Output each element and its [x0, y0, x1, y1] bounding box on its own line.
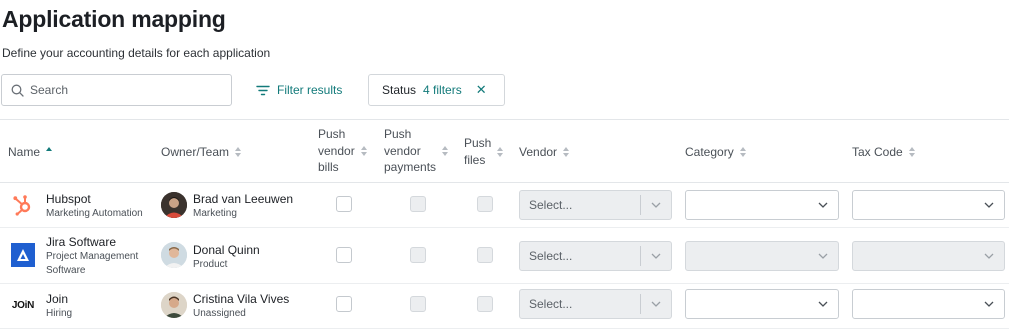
push-files-checkbox[interactable] [477, 296, 493, 312]
column-category-label: Category [685, 145, 734, 159]
push-vendor-bills-checkbox[interactable] [336, 247, 352, 263]
vendor-select-placeholder: Select... [529, 198, 573, 212]
filter-icon [256, 85, 270, 95]
chevron-down-icon [974, 301, 1004, 307]
avatar [161, 192, 187, 218]
app-name: Join [46, 292, 69, 306]
chevron-down-icon [974, 202, 1004, 208]
vendor-select[interactable]: Select... [519, 241, 672, 271]
owner-team: Marketing [193, 208, 237, 219]
column-owner-label: Owner/Team [161, 145, 230, 159]
sort-icon [563, 147, 570, 158]
column-push-payments[interactable]: Push vendor payments [384, 126, 449, 176]
vendor-select-placeholder: Select... [529, 249, 573, 263]
status-filter-count: 4 filters [423, 83, 462, 97]
column-category[interactable]: Category [685, 144, 746, 161]
app-name: Hubspot [46, 192, 91, 206]
app-category: Marketing Automation [46, 208, 143, 219]
join-logo-icon: JOiN [11, 299, 35, 311]
column-vendor-label: Vendor [519, 145, 558, 159]
chevron-down-icon [974, 253, 1004, 259]
avatar [161, 242, 187, 268]
push-vendor-bills-checkbox[interactable] [336, 296, 352, 312]
column-tax-code-label: Tax Code [852, 145, 903, 159]
sort-ascending-icon [46, 147, 53, 157]
column-push-files-label: Push files [464, 136, 492, 167]
chevron-down-icon [808, 253, 838, 259]
owner-name: Cristina Vila Vives [193, 292, 290, 306]
vendor-select[interactable]: Select... [519, 190, 672, 220]
owner-name: Donal Quinn [193, 243, 260, 257]
push-vendor-payments-checkbox[interactable] [410, 196, 426, 212]
search-icon [11, 84, 24, 97]
owner-team: Unassigned [193, 308, 246, 319]
hubspot-logo-icon [11, 193, 35, 217]
tax-code-select[interactable] [852, 190, 1005, 220]
column-name[interactable]: Name [8, 144, 53, 161]
sort-icon [497, 146, 504, 157]
application-table: Name Owner/Team Push vendor bills Push vend… [0, 119, 1009, 329]
column-owner[interactable]: Owner/Team [161, 144, 242, 161]
sort-icon [360, 145, 367, 156]
column-push-files[interactable]: Push files [464, 135, 504, 168]
push-vendor-bills-checkbox[interactable] [336, 196, 352, 212]
chevron-down-icon [641, 301, 671, 307]
category-select[interactable] [685, 289, 839, 319]
owner-name: Brad van Leeuwen [193, 192, 294, 206]
sort-icon [442, 145, 449, 156]
column-vendor[interactable]: Vendor [519, 144, 570, 161]
push-files-checkbox[interactable] [477, 247, 493, 263]
search-input[interactable] [30, 83, 210, 97]
chevron-down-icon [641, 202, 671, 208]
app-name: Jira Software [46, 235, 117, 249]
table-header: Name Owner/Team Push vendor bills Push vend… [0, 120, 1009, 183]
sort-icon [908, 147, 915, 158]
avatar [161, 292, 187, 318]
column-push-bills-label: Push vendor bills [318, 127, 355, 174]
vendor-select-placeholder: Select... [529, 297, 573, 311]
table-row[interactable]: Jira Software Project Management Softwar… [0, 228, 1009, 284]
clear-status-filter-icon[interactable]: ✕ [476, 82, 487, 98]
chevron-down-icon [808, 301, 838, 307]
category-select[interactable] [685, 190, 839, 220]
category-select[interactable] [685, 241, 839, 271]
column-push-bills[interactable]: Push vendor bills [318, 126, 367, 176]
chevron-down-icon [808, 202, 838, 208]
push-vendor-payments-checkbox[interactable] [410, 296, 426, 312]
filter-results-button[interactable]: Filter results [250, 74, 348, 106]
tax-code-select[interactable] [852, 289, 1005, 319]
push-files-checkbox[interactable] [477, 196, 493, 212]
filter-results-label: Filter results [277, 83, 343, 97]
search-box[interactable] [1, 74, 232, 106]
page-title: Application mapping [2, 6, 226, 32]
column-name-label: Name [8, 145, 41, 159]
status-label: Status [382, 83, 417, 97]
push-vendor-payments-checkbox[interactable] [410, 247, 426, 263]
vendor-select[interactable]: Select... [519, 289, 672, 319]
app-category: Project Management Software [46, 251, 139, 276]
jira-logo-icon [11, 243, 35, 267]
sort-icon [235, 147, 242, 158]
sort-icon [739, 147, 746, 158]
status-filter-chip[interactable]: Status 4 filters ✕ [368, 74, 505, 106]
table-row[interactable]: JOiN Join Hiring Cristina Vila Vives Una… [0, 284, 1009, 329]
tax-code-select[interactable] [852, 241, 1005, 271]
app-category: Hiring [46, 308, 73, 319]
page-subtitle: Define your accounting details for each … [2, 46, 271, 60]
owner-team: Product [193, 259, 228, 270]
column-tax-code[interactable]: Tax Code [852, 144, 915, 161]
table-row[interactable]: Hubspot Marketing Automation Brad van Le… [0, 183, 1009, 228]
chevron-down-icon [641, 253, 671, 259]
column-push-payments-label: Push vendor payments [384, 127, 437, 174]
